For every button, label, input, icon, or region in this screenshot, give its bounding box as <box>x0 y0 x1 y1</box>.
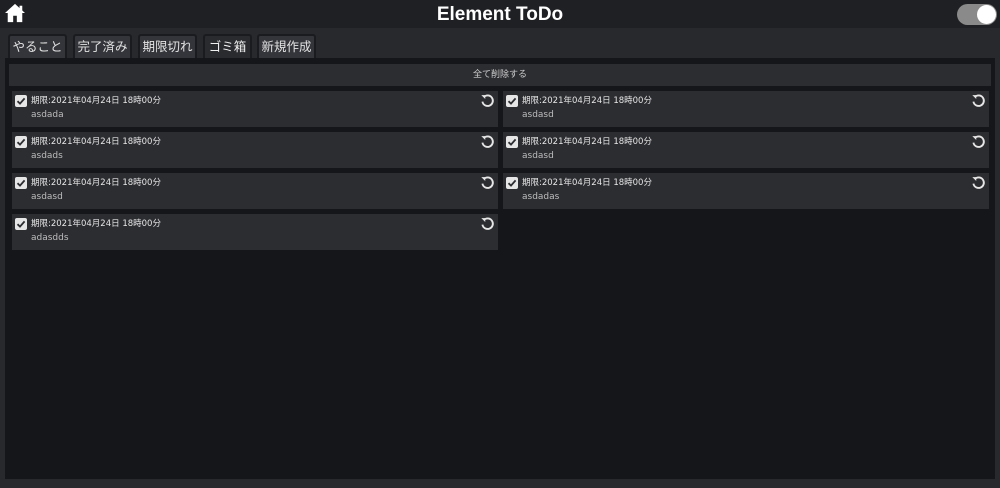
trash-item: 期限:2021年04月24日 18時00分 asdada <box>12 91 498 127</box>
check-icon <box>16 179 26 187</box>
app-header: Element ToDo <box>0 0 1000 28</box>
check-icon <box>16 220 26 228</box>
todo-text: asdadas <box>522 192 560 202</box>
restore-button[interactable] <box>480 93 495 108</box>
restore-button[interactable] <box>971 93 986 108</box>
check-icon <box>16 97 26 105</box>
deadline-text: 期限:2021年04月24日 18時00分 <box>31 137 161 147</box>
todo-text: asdasd <box>522 110 554 120</box>
trash-item: 期限:2021年04月24日 18時00分 asdasd <box>503 91 989 127</box>
app-title: Element ToDo <box>436 4 564 25</box>
restore-icon <box>972 135 985 148</box>
trash-panel: 全て削除する 期限:2021年04月24日 18時00分 asdada 期限:2… <box>5 58 995 479</box>
deadline-text: 期限:2021年04月24日 18時00分 <box>522 137 652 147</box>
trash-item: 期限:2021年04月24日 18時00分 adasdds <box>12 214 498 250</box>
todo-text: asdada <box>31 110 64 120</box>
restore-icon <box>481 176 494 189</box>
home-button[interactable] <box>4 3 26 25</box>
restore-icon <box>481 94 494 107</box>
restore-icon <box>972 94 985 107</box>
trash-item: 期限:2021年04月24日 18時00分 asdasd <box>12 173 498 209</box>
deadline-text: 期限:2021年04月24日 18時00分 <box>522 96 652 106</box>
restore-button[interactable] <box>480 175 495 190</box>
restore-button[interactable] <box>480 216 495 231</box>
toggle-knob <box>977 5 996 24</box>
deadline-text: 期限:2021年04月24日 18時00分 <box>522 178 652 188</box>
deadline-text: 期限:2021年04月24日 18時00分 <box>31 178 161 188</box>
restore-icon <box>972 176 985 189</box>
tab-bar: やること 完了済み 期限切れ ゴミ箱 新規作成 <box>0 28 1000 58</box>
checkbox[interactable] <box>506 177 518 189</box>
checkbox[interactable] <box>15 136 27 148</box>
check-icon <box>507 138 517 146</box>
checkbox[interactable] <box>15 218 27 230</box>
trash-item: 期限:2021年04月24日 18時00分 asdadas <box>503 173 989 209</box>
todo-text: asdasd <box>522 151 554 161</box>
restore-icon <box>481 217 494 230</box>
theme-toggle[interactable] <box>957 4 997 25</box>
todo-text: adasdds <box>31 233 69 243</box>
trash-item: 期限:2021年04月24日 18時00分 asdasd <box>503 132 989 168</box>
checkbox[interactable] <box>506 136 518 148</box>
check-icon <box>507 97 517 105</box>
restore-icon <box>481 135 494 148</box>
restore-button[interactable] <box>480 134 495 149</box>
tab-trash[interactable]: ゴミ箱 <box>203 34 252 58</box>
check-icon <box>16 138 26 146</box>
tab-overdue[interactable]: 期限切れ <box>138 34 197 58</box>
trash-item: 期限:2021年04月24日 18時00分 asdads <box>12 132 498 168</box>
checkbox[interactable] <box>506 95 518 107</box>
checkbox[interactable] <box>15 177 27 189</box>
home-icon <box>5 3 25 23</box>
delete-all-button[interactable]: 全て削除する <box>9 64 991 86</box>
tab-todo[interactable]: やること <box>8 34 67 58</box>
deadline-text: 期限:2021年04月24日 18時00分 <box>31 96 161 106</box>
tab-completed[interactable]: 完了済み <box>73 34 132 58</box>
check-icon <box>507 179 517 187</box>
todo-text: asdasd <box>31 192 63 202</box>
restore-button[interactable] <box>971 134 986 149</box>
restore-button[interactable] <box>971 175 986 190</box>
deadline-text: 期限:2021年04月24日 18時00分 <box>31 219 161 229</box>
tab-create[interactable]: 新規作成 <box>257 34 316 58</box>
todo-text: asdads <box>31 151 63 161</box>
checkbox[interactable] <box>15 95 27 107</box>
